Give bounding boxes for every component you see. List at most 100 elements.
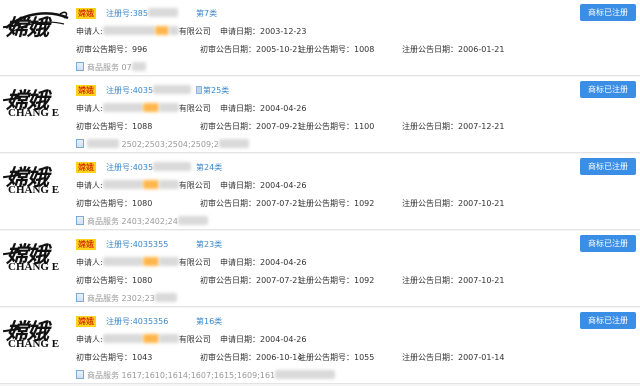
class-label[interactable]: 第23类 xyxy=(196,239,222,250)
registration-number[interactable]: 注册号:4035 xyxy=(106,85,192,96)
applicant: 申请人: 有限公司 xyxy=(76,103,211,114)
redacted-block xyxy=(142,257,159,266)
goods-label: 商品服务 xyxy=(87,294,119,303)
applicant-label: 申请人: xyxy=(76,27,103,36)
registered-status-button[interactable]: 商标已注册 xyxy=(580,81,636,98)
reg-date: 注册公告日期：2007-10-21 xyxy=(402,199,505,208)
first-date: 初审公告日期：2007-07-21 xyxy=(200,199,303,208)
goods-icon xyxy=(76,139,84,148)
class-text: 第23类 xyxy=(196,240,223,249)
goods-icon xyxy=(76,293,84,302)
redacted-block xyxy=(153,85,192,94)
registered-status-button[interactable]: 商标已注册 xyxy=(580,312,636,329)
first-date: 初审公告日期：2006-10-14 xyxy=(200,353,303,362)
trademark-card[interactable]: 嫦娥 CHANG E 嫦娥 注册号:4035355 第23类 申请人: 有限公司 … xyxy=(0,231,640,309)
applicant: 申请人: 有限公司 xyxy=(76,26,211,37)
mark-name-tag: 嫦娥 xyxy=(76,85,96,96)
registration-number[interactable]: 注册号:385 xyxy=(106,8,178,19)
redacted-block xyxy=(158,180,179,189)
applicant-suffix: 有限公司 xyxy=(178,258,211,267)
applicant-label: 申请人: xyxy=(76,181,103,190)
trademark-logo[interactable]: 嫦娥 CHANG E xyxy=(4,160,68,202)
applicant-suffix: 有限公司 xyxy=(178,104,211,113)
reg-date: 注册公告日期：2006-01-21 xyxy=(402,45,505,54)
first-date: 初审公告日期：2005-10-21 xyxy=(200,45,303,54)
redacted-block xyxy=(154,26,169,35)
reg-issue: 注册公告期号：1100 xyxy=(298,122,375,131)
trademark-card[interactable]: 嫦娥 CHANG E 嫦娥 注册号:4035356 第16类 申请人: 有限公司 … xyxy=(0,308,640,386)
trademark-card[interactable]: 嫦娥 CHANG E 嫦娥 注册号:4035 第24类 申请人: 有限公司 申请日… xyxy=(0,154,640,232)
trademark-logo[interactable]: 嫦娥 CHANG E xyxy=(4,314,68,356)
mark-name-tag: 嫦娥 xyxy=(76,8,96,19)
redacted-block xyxy=(158,103,179,112)
registration-number[interactable]: 注册号:4035355 xyxy=(106,239,168,250)
registered-status-button[interactable]: 商标已注册 xyxy=(580,158,636,175)
redacted-block xyxy=(153,162,192,171)
registration-number[interactable]: 注册号:4035356 xyxy=(106,316,168,327)
registered-status-button[interactable]: 商标已注册 xyxy=(580,235,636,252)
redacted-block xyxy=(177,216,208,225)
goods-value: 1617;1610;1614;1607;1615;1609;161 xyxy=(121,371,276,380)
applicant: 申请人: 有限公司 xyxy=(76,180,211,191)
redacted-block xyxy=(154,293,177,302)
applicant: 申请人: 有限公司 xyxy=(76,257,211,268)
trademark-result-list: 嫦娥 嫦娥 注册号:385 第7类 申请人: 有限公司 申请日期：2003-12-… xyxy=(0,0,640,386)
goods-value: 2502;2503;2504;2509;2 xyxy=(121,140,219,149)
reg-issue: 注册公告期号：1092 xyxy=(298,276,375,285)
trademark-logo[interactable]: 嫦娥 CHANG E xyxy=(4,83,68,125)
applicant-label: 申请人: xyxy=(76,104,103,113)
logo-english-text: CHANG E xyxy=(8,107,60,119)
mark-name-tag: 嫦娥 xyxy=(76,239,96,250)
redacted-block xyxy=(131,62,146,71)
redacted-block xyxy=(102,26,155,35)
redacted-block xyxy=(87,139,119,148)
goods-label: 商品服务 xyxy=(87,217,119,226)
applicant-suffix: 有限公司 xyxy=(178,27,211,36)
goods-icon xyxy=(76,216,84,225)
logo-english-text: CHANG E xyxy=(8,261,60,273)
apply-date: 申请日期：2004-04-26 xyxy=(220,181,307,190)
apply-date: 申请日期：2004-04-26 xyxy=(220,335,307,344)
first-issue: 初审公告期号：1043 xyxy=(76,353,153,362)
apply-date: 申请日期：2003-12-23 xyxy=(220,27,307,36)
trademark-card[interactable]: 嫦娥 CHANG E 嫦娥 注册号:4035 第25类 申请人: 有限公司 申请日… xyxy=(0,77,640,155)
class-icon xyxy=(196,86,202,94)
goods-service: 商品服务 07 xyxy=(76,62,146,73)
redacted-block xyxy=(102,257,143,266)
class-label[interactable]: 第25类 xyxy=(196,85,229,96)
goods-icon xyxy=(76,62,84,71)
goods-service: 2502;2503;2504;2509;2 xyxy=(76,139,249,149)
class-label[interactable]: 第16类 xyxy=(196,316,222,327)
redacted-block xyxy=(147,8,178,17)
registration-number-text: 注册号:4035356 xyxy=(106,317,169,326)
redacted-block xyxy=(158,257,179,266)
redacted-block xyxy=(142,334,159,343)
first-issue: 初审公告期号：1088 xyxy=(76,122,153,131)
goods-icon xyxy=(76,370,84,379)
class-text: 第25类 xyxy=(203,86,230,95)
trademark-card[interactable]: 嫦娥 嫦娥 注册号:385 第7类 申请人: 有限公司 申请日期：2003-12-… xyxy=(0,0,640,78)
class-label[interactable]: 第7类 xyxy=(196,8,217,19)
first-date: 初审公告日期：2007-07-21 xyxy=(200,276,303,285)
redacted-block xyxy=(158,334,179,343)
registration-number-text: 注册号:4035 xyxy=(106,86,154,95)
goods-service: 商品服务 1617;1610;1614;1607;1615;1609;161 xyxy=(76,370,336,381)
class-label[interactable]: 第24类 xyxy=(196,162,222,173)
registration-number-text: 注册号:4035355 xyxy=(106,240,169,249)
registration-number[interactable]: 注册号:4035 xyxy=(106,162,192,173)
class-text: 第16类 xyxy=(196,317,223,326)
reg-date: 注册公告日期：2007-12-21 xyxy=(402,122,505,131)
goods-label: 商品服务 xyxy=(87,63,119,72)
applicant-suffix: 有限公司 xyxy=(178,181,211,190)
trademark-logo[interactable]: 嫦娥 xyxy=(4,6,69,48)
registered-status-button[interactable]: 商标已注册 xyxy=(580,4,636,21)
reg-issue: 注册公告期号：1092 xyxy=(298,199,375,208)
trademark-logo[interactable]: 嫦娥 CHANG E xyxy=(4,237,68,279)
registration-number-text: 注册号:4035 xyxy=(106,163,154,172)
logo-english-text: CHANG E xyxy=(8,338,60,350)
redacted-block xyxy=(142,103,159,112)
reg-issue: 注册公告期号：1055 xyxy=(298,353,375,362)
first-date: 初审公告日期：2007-09-21 xyxy=(200,122,303,131)
redacted-block xyxy=(102,103,143,112)
redacted-block xyxy=(102,180,143,189)
